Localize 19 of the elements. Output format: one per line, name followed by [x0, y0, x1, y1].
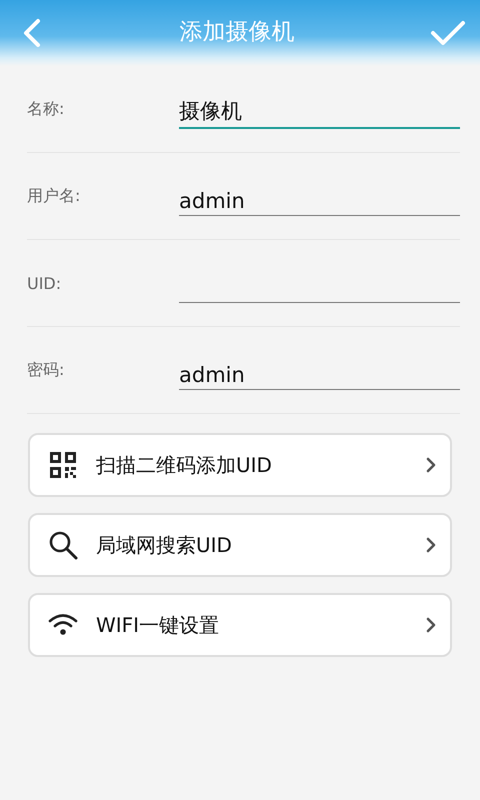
action-button[interactable]: WIFI一键设置 [28, 593, 452, 657]
chevron-icon [426, 537, 436, 553]
input-field[interactable]: 摄像机 [179, 95, 460, 129]
chevron-icon [426, 457, 436, 473]
search-icon [48, 530, 78, 560]
wifi-icon [48, 613, 78, 637]
input-field[interactable]: admin [179, 356, 460, 390]
field-label: 名称: [27, 98, 66, 120]
input-field[interactable]: admin [179, 182, 460, 216]
qr-code-icon [49, 451, 77, 479]
page-title: 添加摄像机 [180, 18, 294, 46]
check-icon [430, 19, 466, 47]
action-button[interactable]: 扫描二维码添加UID [28, 433, 452, 497]
confirm-button[interactable] [430, 19, 466, 47]
field-label: UID: [27, 274, 62, 292]
field-label: 用户名: [27, 186, 82, 206]
chevron-icon [426, 617, 436, 633]
field-label: 密码: [27, 360, 66, 380]
action-button[interactable]: 局域网搜索UID [28, 513, 452, 577]
